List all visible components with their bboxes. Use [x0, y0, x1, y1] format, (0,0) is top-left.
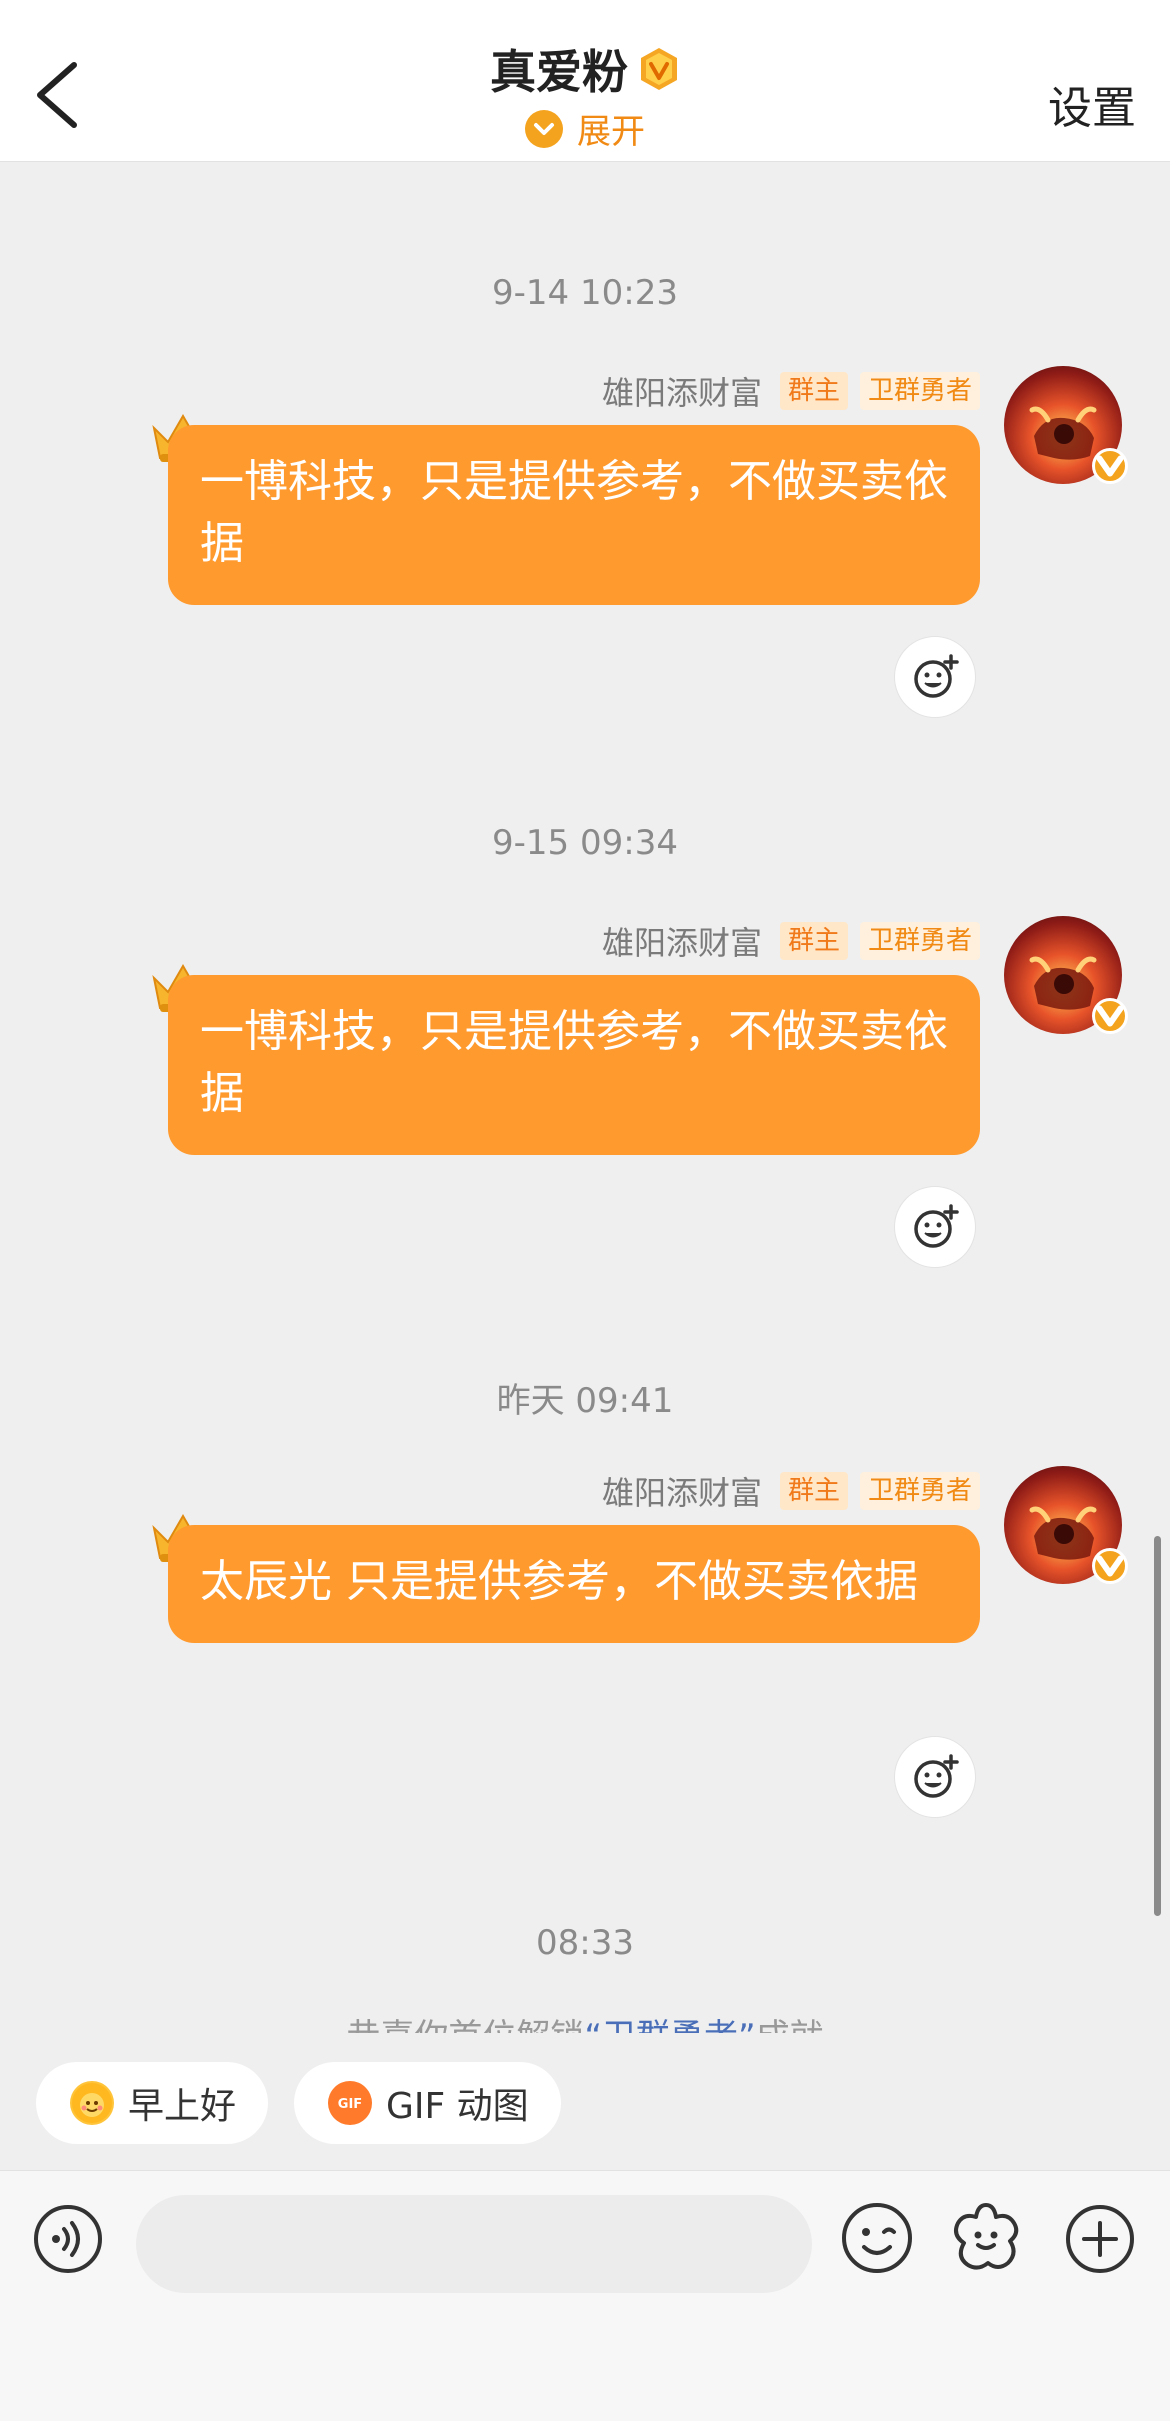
more-button[interactable] [1064, 2203, 1136, 2275]
honor-tag: 卫群勇者 [859, 922, 980, 960]
system-message-suffix: 成就 [756, 2017, 824, 2033]
sticker-icon [954, 2203, 1019, 2270]
chat-header: 真爱粉 展开 设置 [0, 0, 1170, 162]
add-reaction-icon [914, 1754, 959, 1798]
message-timestamp: 9-14 10:23 [492, 273, 678, 313]
verified-v-icon [1092, 448, 1128, 484]
input-bar [0, 2170, 1170, 2421]
sun-face-icon [70, 2081, 114, 2125]
title-wrap: 真爱粉 [0, 36, 1170, 102]
verified-v-icon [1092, 1548, 1128, 1584]
svg-text:GIF: GIF [338, 2097, 362, 2112]
sender-row: 雄阳添财富 群主 卫群勇者 [602, 918, 980, 964]
message-timestamp: 9-15 09:34 [492, 823, 678, 863]
quick-reply-label: 早上好 [128, 2086, 237, 2127]
add-reaction-button[interactable] [894, 1736, 976, 1818]
quick-reply-bar: 早上好 GIF GIF 动图 [36, 2062, 561, 2144]
honor-tag: 卫群勇者 [859, 1472, 980, 1510]
message-bubble[interactable]: 一博科技，只是提供参考，不做买卖依据 [168, 425, 980, 605]
sticker-button[interactable] [948, 2199, 1024, 2275]
system-message-prefix: 恭喜你首位解锁 [346, 2017, 584, 2033]
plus-icon [1066, 2205, 1134, 2273]
message-timestamp: 08:33 [536, 1923, 634, 1963]
vip-badge-icon [641, 48, 677, 90]
gif-icon: GIF [328, 2081, 373, 2125]
expand-label: 展开 [577, 112, 645, 152]
voice-button[interactable] [32, 2203, 104, 2275]
quick-reply-good-morning[interactable]: 早上好 [36, 2062, 269, 2144]
message-bubble[interactable]: 一博科技，只是提供参考，不做买卖依据 [168, 975, 980, 1155]
avatar[interactable] [1004, 916, 1128, 1034]
sender-name[interactable]: 雄阳添财富 [602, 1468, 762, 1514]
emoji-button[interactable] [840, 2201, 914, 2275]
voice-icon [34, 2205, 102, 2273]
system-message-highlight[interactable]: “卫群勇者” [584, 2017, 755, 2033]
settings-button[interactable]: 设置 [1048, 72, 1136, 136]
quick-reply-gif[interactable]: GIF GIF 动图 [294, 2062, 561, 2144]
message-input[interactable] [136, 2195, 812, 2293]
emoji-icon [842, 2203, 912, 2273]
quick-reply-label: GIF 动图 [386, 2086, 529, 2127]
expand-toggle[interactable]: 展开 [0, 104, 1170, 153]
add-reaction-button[interactable] [894, 636, 976, 718]
add-reaction-icon [914, 654, 959, 698]
sender-row: 雄阳添财富 群主 卫群勇者 [602, 1468, 980, 1514]
chevron-down-icon [525, 109, 563, 148]
owner-tag: 群主 [779, 372, 848, 410]
add-reaction-icon [914, 1204, 959, 1248]
sender-row: 雄阳添财富 群主 卫群勇者 [602, 368, 980, 414]
avatar[interactable] [1004, 366, 1128, 484]
group-title-text: 真爱粉 [490, 45, 628, 99]
avatar[interactable] [1004, 1466, 1128, 1584]
message-list[interactable]: 9-14 10:23 雄阳添财富 群主 卫群勇者 一博科技，只是提供参考，不做买… [0, 163, 1170, 2033]
add-reaction-button[interactable] [894, 1186, 976, 1268]
group-title[interactable]: 真爱粉 [490, 36, 680, 102]
honor-tag: 卫群勇者 [859, 372, 980, 410]
owner-tag: 群主 [779, 1472, 848, 1510]
owner-tag: 群主 [779, 922, 848, 960]
verified-v-icon [1092, 998, 1128, 1034]
system-message: 恭喜你首位解锁“卫群勇者”成就 [0, 2015, 1170, 2033]
message-bubble[interactable]: 太辰光 只是提供参考，不做买卖依据 [168, 1525, 980, 1643]
sender-name[interactable]: 雄阳添财富 [602, 368, 762, 414]
scrollbar[interactable] [1154, 1536, 1161, 1916]
message-timestamp: 昨天 09:41 [496, 1381, 674, 1421]
sender-name[interactable]: 雄阳添财富 [602, 918, 762, 964]
